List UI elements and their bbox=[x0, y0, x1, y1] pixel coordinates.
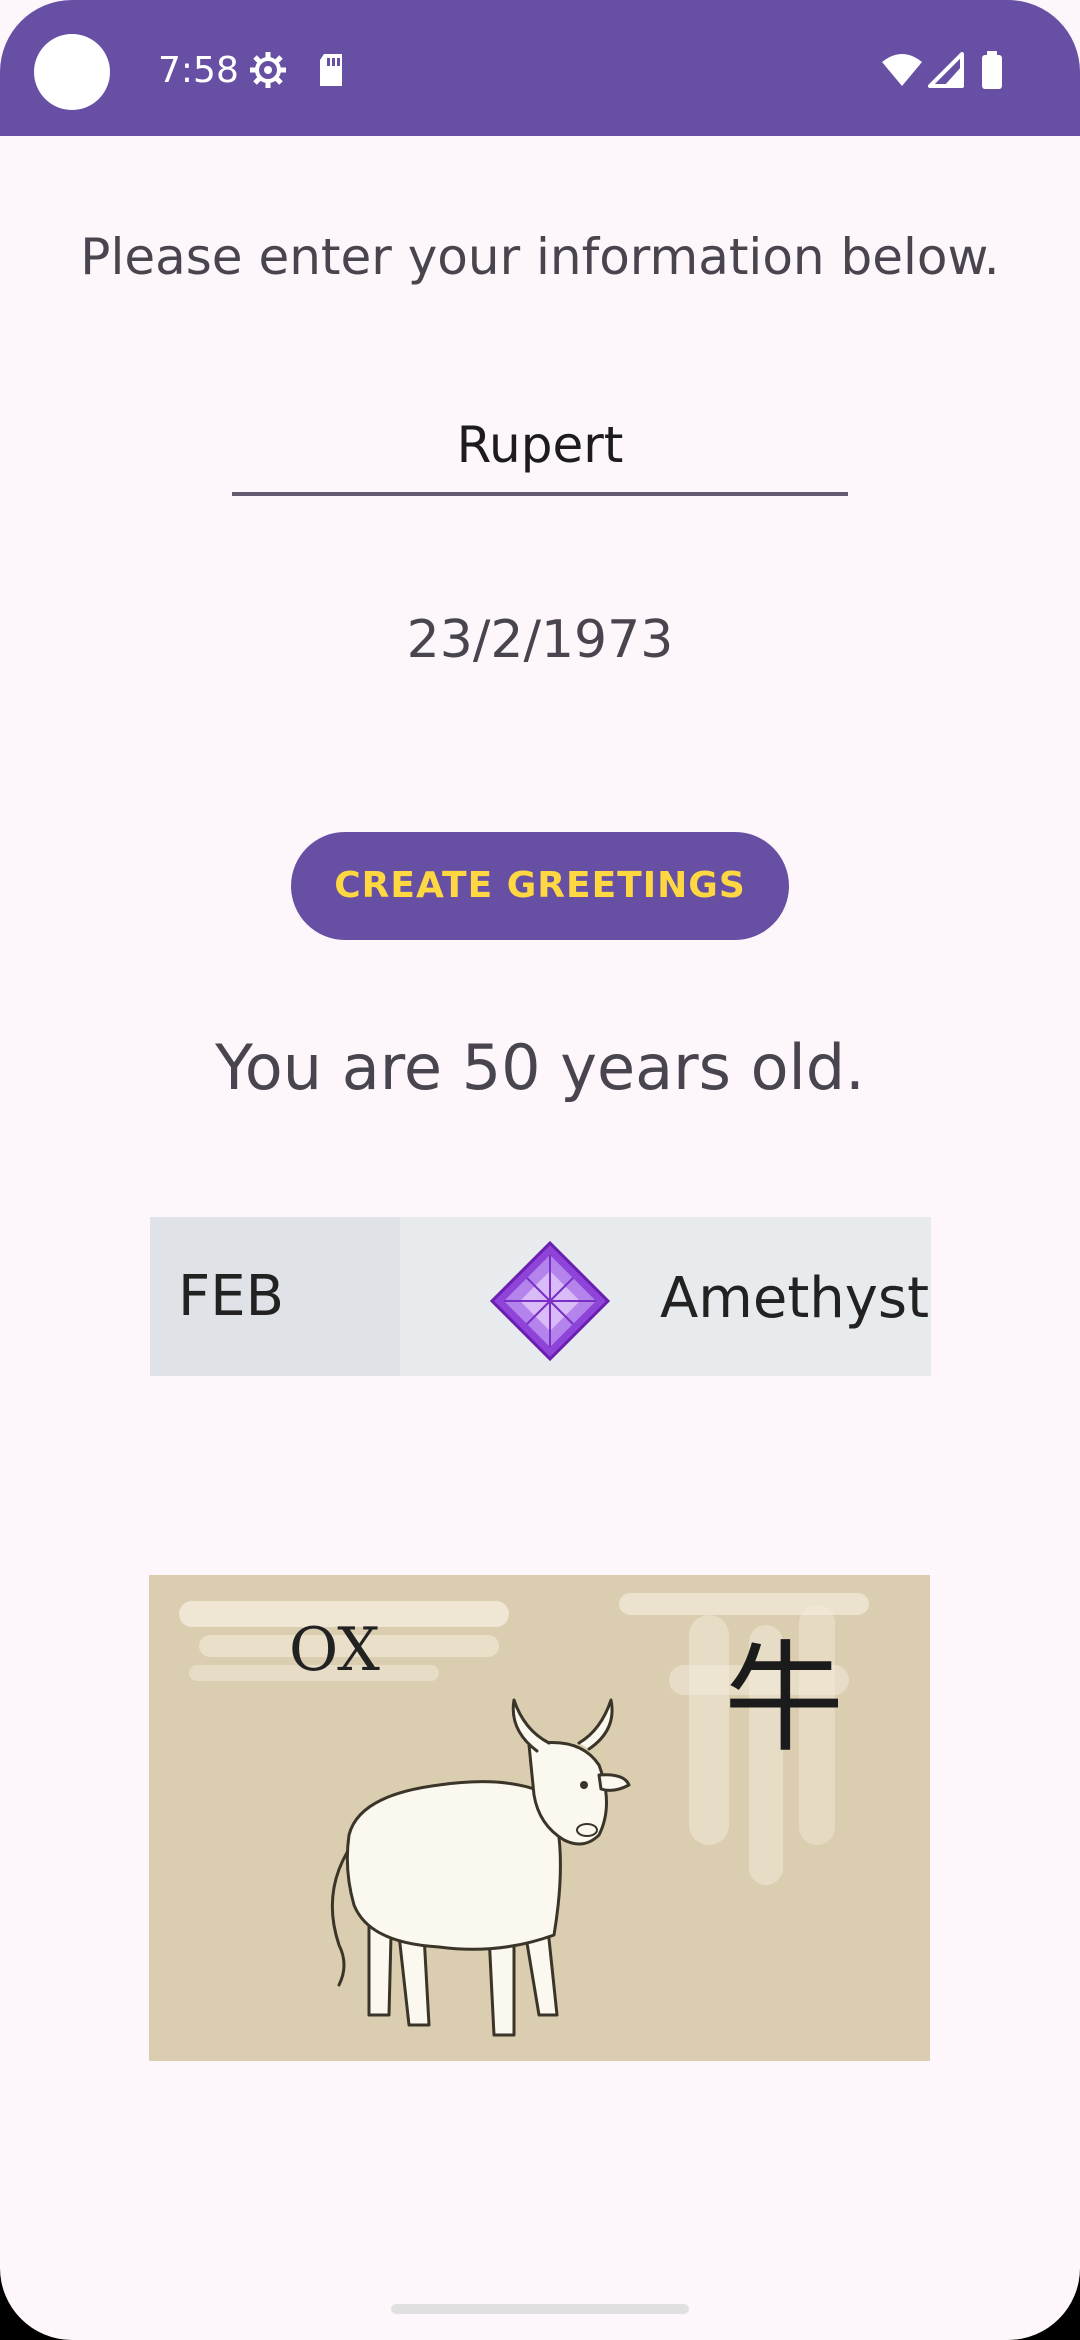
zodiac-sign-label: OX bbox=[289, 1615, 380, 1685]
birthstone-banner: FEB Amethyst bbox=[150, 1217, 931, 1376]
zodiac-image: OX 牛 bbox=[149, 1575, 930, 2061]
status-bar: 7:58 bbox=[0, 0, 1080, 136]
instruction-text: Please enter your information below. bbox=[80, 228, 1000, 286]
cell-signal-icon bbox=[926, 52, 964, 92]
birth-date-picker[interactable]: 23/2/1973 bbox=[0, 605, 1080, 675]
camera-cutout bbox=[34, 34, 110, 110]
create-greetings-button[interactable]: CREATE GREETINGS bbox=[291, 832, 789, 940]
amethyst-gem-icon bbox=[489, 1240, 611, 1365]
wifi-icon bbox=[880, 52, 924, 92]
name-input[interactable]: Rupert bbox=[232, 410, 848, 496]
sd-card-icon bbox=[316, 50, 346, 94]
app-screen: 7:58 Please enter your information below… bbox=[0, 0, 1080, 2340]
month-panel: FEB bbox=[150, 1217, 400, 1376]
age-result-text: You are 50 years old. bbox=[215, 1031, 865, 1104]
battery-icon bbox=[980, 50, 1004, 94]
status-time: 7:58 bbox=[158, 50, 239, 91]
birthstone-label: Amethyst bbox=[660, 1266, 930, 1331]
ox-illustration bbox=[299, 1685, 639, 2059]
settings-gear-icon bbox=[248, 50, 288, 94]
home-indicator[interactable] bbox=[391, 2304, 689, 2314]
birth-month-label: FEB bbox=[178, 1264, 285, 1329]
zodiac-kanji: 牛 bbox=[724, 1630, 844, 1769]
